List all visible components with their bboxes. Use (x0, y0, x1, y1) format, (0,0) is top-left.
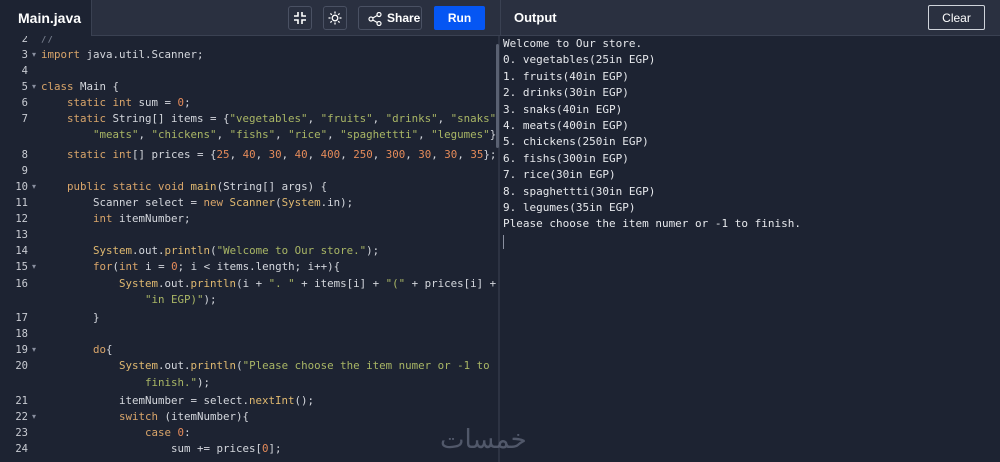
line-number: 16 (15, 278, 28, 290)
code-line: import java.util.Scanner; (41, 48, 204, 61)
line-number: 2 (21, 36, 28, 45)
line-number: 20 (15, 360, 28, 372)
line-number: 4 (21, 65, 28, 77)
line-number: 15 (15, 261, 28, 273)
output-line: 1. fruits(40in EGP) (503, 69, 629, 83)
code-line: } (41, 311, 100, 324)
file-tab-label: Main.java (18, 10, 82, 26)
line-number: 22 (15, 411, 28, 423)
line-number: 19 (15, 344, 28, 356)
code-line: for(int i = 0; i < items.length; i++){ (93, 260, 341, 273)
share-button[interactable]: Share (358, 6, 422, 30)
input-caret (503, 235, 504, 249)
code-editor[interactable]: 2 3 ▾ 4 5 ▾ 6 7 8 9 10 ▾ 11 12 13 14 15 … (0, 36, 498, 462)
output-line: Welcome to Our store. (503, 37, 643, 50)
code-line: static int[] prices = {25, 40, 30, 40, 4… (67, 148, 497, 161)
line-number: 24 (15, 443, 28, 455)
clear-button[interactable]: Clear (928, 5, 985, 30)
code-line: static int sum = 0; (67, 96, 191, 109)
fold-arrow-icon[interactable]: ▾ (32, 179, 36, 195)
line-number: 18 (15, 328, 28, 340)
line-number: 8 (21, 149, 28, 161)
run-button[interactable]: Run (434, 6, 485, 30)
code-line: System.out.println(i + ". " + items[i] +… (119, 277, 497, 290)
share-icon (368, 12, 382, 26)
code-line: System.out.println("Welcome to Our store… (93, 244, 380, 257)
watermark-logo: خمسات (440, 425, 527, 455)
code-line: itemNumber = select.nextInt(); (41, 394, 315, 407)
code-line: // (41, 36, 55, 45)
fold-arrow-icon[interactable]: ▾ (32, 409, 36, 425)
output-title: Output (514, 10, 557, 25)
exit-fullscreen-button[interactable] (288, 6, 312, 30)
output-line: 4. meats(400in EGP) (503, 119, 629, 132)
output-line: Please choose the item numer or -1 to fi… (503, 217, 802, 231)
line-number: 13 (15, 229, 28, 241)
output-line: 9. legumes(35in EGP) (503, 201, 636, 214)
clear-label: Clear (942, 11, 971, 25)
line-number: 5 (21, 81, 28, 93)
line-number: 14 (15, 245, 28, 257)
line-number: 21 (15, 395, 28, 407)
line-number: 10 (15, 181, 28, 193)
code-line: Scanner select = new Scanner(System.in); (41, 196, 354, 209)
output-line: 8. spaghettti(30in EGP) (503, 184, 656, 198)
line-number: 6 (21, 97, 28, 109)
line-number: 12 (15, 213, 28, 225)
line-number: 9 (21, 165, 28, 177)
output-line: 5. chickens(250in EGP) (503, 135, 649, 149)
fold-arrow-icon[interactable]: ▾ (32, 259, 36, 275)
code-line: case 0: (145, 426, 191, 439)
line-number: 3 (21, 49, 28, 61)
code-line: do{ (93, 343, 113, 356)
output-line: 7. rice(30in EGP) (503, 168, 616, 182)
line-number: 17 (15, 312, 28, 324)
theme-toggle-button[interactable] (323, 6, 347, 30)
file-tab-main-java[interactable]: Main.java (0, 0, 92, 36)
fold-arrow-icon[interactable]: ▾ (32, 47, 36, 63)
line-number: 23 (15, 427, 28, 439)
output-line: 2. drinks(30in EGP) (503, 86, 629, 100)
code-line: "in EGP)"); (145, 293, 217, 306)
code-line: static String[] items = {"vegetables", "… (67, 112, 498, 125)
sun-icon (328, 11, 342, 25)
line-number-gutter: 2 3 ▾ 4 5 ▾ 6 7 8 9 10 ▾ 11 12 13 14 15 … (0, 36, 40, 462)
editor-toolbar: Main.java Share Run (0, 0, 500, 36)
code-line: switch (itemNumber){ (119, 410, 250, 423)
line-number: 11 (15, 197, 28, 209)
fold-arrow-icon[interactable]: ▾ (32, 79, 36, 95)
fold-arrow-icon[interactable]: ▾ (32, 342, 36, 358)
editor-scrollbar[interactable] (496, 44, 499, 148)
output-line: 0. vegetables(25in EGP) (503, 53, 656, 67)
output-line: 3. snaks(40in EGP) (503, 102, 623, 116)
code-line: public static void main(String[] args) { (67, 180, 328, 193)
code-line: "meats", "chickens", "fishs", "rice", "s… (93, 128, 498, 141)
run-label: Run (447, 11, 472, 25)
code-line: System.out.println("Please choose the it… (119, 359, 490, 372)
code-line: int itemNumber; (93, 212, 191, 225)
line-number: 7 (21, 113, 28, 125)
share-label: Share (387, 11, 421, 25)
output-toolbar: Output Clear (500, 0, 1000, 36)
code-line: class Main { (41, 80, 120, 93)
compress-icon (294, 12, 306, 24)
code-line: finish."); (41, 376, 211, 389)
output-console[interactable]: Welcome to Our store. 0. vegetables(25in… (500, 36, 1000, 462)
code-line: sum += prices[0]; (41, 442, 282, 455)
output-line: 6. fishs(300in EGP) (503, 151, 629, 165)
